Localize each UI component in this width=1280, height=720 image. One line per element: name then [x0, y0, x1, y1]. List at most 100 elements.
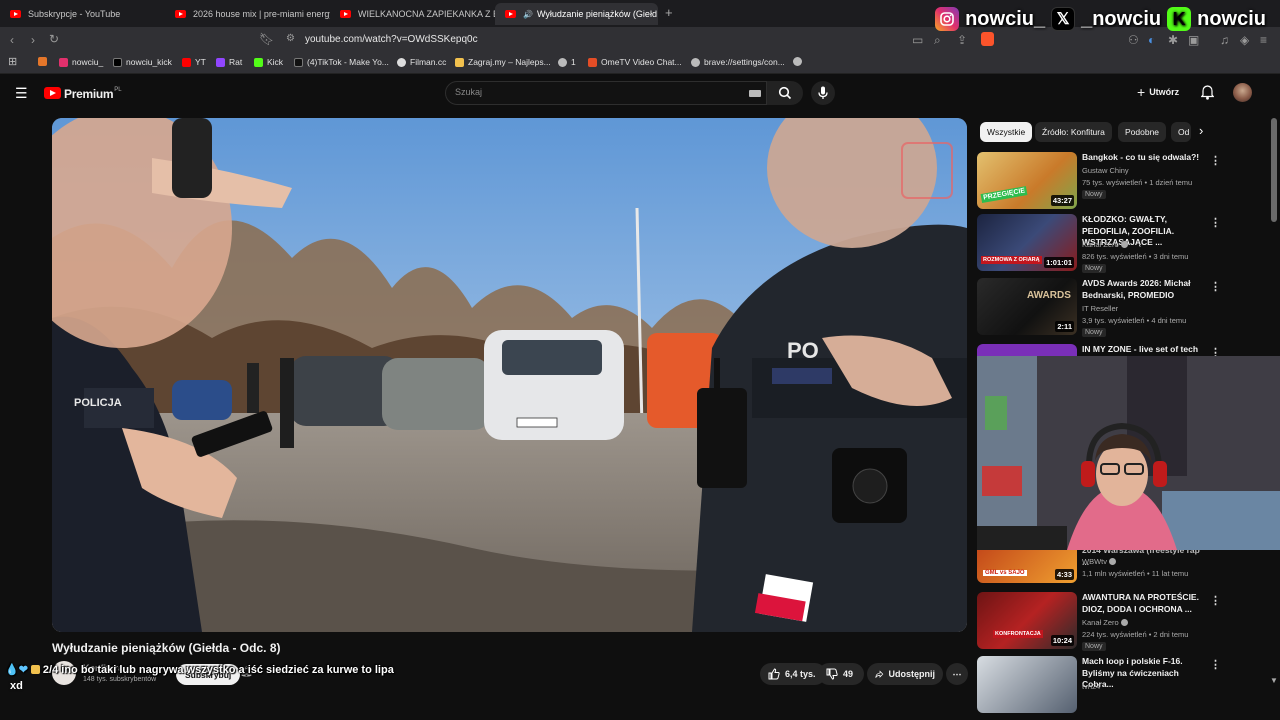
share-icon[interactable]: ⇪ [957, 33, 967, 47]
bookmark-favicon [113, 57, 122, 67]
video-title[interactable]: IN MY ZONE - live set of tech [1082, 344, 1207, 356]
video-thumbnail[interactable]: GML vs SAJO 4:33 [977, 550, 1077, 583]
translate-icon[interactable]: ◐ [1148, 33, 1155, 47]
logo-country: PL [114, 87, 122, 93]
like-button[interactable]: 6,4 tys. [760, 663, 826, 685]
bookmark-item[interactable]: nowciu_ [59, 57, 103, 67]
chip-from[interactable]: Od [1171, 122, 1191, 142]
brave-shield-icon[interactable] [981, 32, 994, 46]
forward-icon[interactable]: › [31, 33, 35, 47]
voice-search-button[interactable] [811, 81, 835, 105]
video-player[interactable]: POLICJA PO [52, 118, 967, 632]
keyboard-icon[interactable] [749, 90, 761, 97]
bookmark-item[interactable]: 1 [558, 57, 576, 67]
more-options-icon[interactable]: ⋮ [1210, 658, 1221, 671]
apps-grid-icon[interactable]: ⊞ [8, 55, 17, 68]
extension-icon[interactable]: ⚇ [1128, 33, 1139, 47]
video-thumbnail[interactable]: PRZEGIĘCIE 43:27 [977, 152, 1077, 209]
youtube-icon [175, 10, 186, 18]
browser-tab[interactable]: WIELKANOCNA ZAPIEKANKA Z BIAŁ [330, 3, 495, 25]
browser-tab-active[interactable]: 🔊 Wyłudzanie pieniążków (Giełd ✕ [495, 3, 658, 25]
bookmark-favicon [182, 57, 191, 67]
cast-icon[interactable]: ▭ [912, 33, 923, 47]
video-thumbnail[interactable] [977, 344, 1077, 356]
bookmark-folder[interactable] [38, 57, 47, 66]
chip-source[interactable]: Źródło: Konfitura [1035, 122, 1112, 142]
bookmark-item[interactable]: OmeTV Video Chat... [588, 57, 682, 67]
new-tab-icon[interactable]: + [665, 5, 673, 20]
bookmark-item[interactable] [793, 57, 802, 66]
reload-icon[interactable]: ↻ [49, 32, 59, 46]
browser-tab[interactable]: Subskrypcje - YouTube [0, 3, 165, 25]
close-tab-icon[interactable]: ✕ [657, 9, 658, 20]
recommendation-item[interactable]: Mach loop i polskie F-16. Byliśmy na ćwi… [977, 656, 1267, 716]
logo-text: Premium [64, 87, 114, 101]
recommendation-item[interactable]: KONFRONTACJA 10:24 AWANTURA NA PROTEŚCIE… [977, 592, 1267, 652]
channel-name[interactable]: Gustaw Chiny [1082, 166, 1129, 175]
recommendation-item[interactable]: AWARDS 2:11 AVDS Awards 2026: Michał Bed… [977, 278, 1267, 338]
channel-name[interactable]: IT Reseller [1082, 304, 1118, 313]
bookmark-item[interactable]: Zagraj.my – Najleps... [455, 57, 551, 67]
bookmark-favicon [455, 57, 464, 67]
chip-all[interactable]: Wszystkie [980, 122, 1033, 142]
vpn-icon[interactable]: ◈ [1240, 33, 1249, 47]
url-field[interactable]: youtube.com/watch?v=OWdSSKepq0c [305, 34, 478, 45]
more-actions-button[interactable]: ⋯ [946, 663, 968, 685]
channel-name[interactable]: Kanał Zero [1082, 618, 1128, 627]
more-options-icon[interactable]: ⋮ [1210, 280, 1221, 293]
bookmark-item[interactable]: YT [182, 57, 206, 67]
notifications-bell-icon[interactable] [1201, 85, 1214, 100]
account-avatar[interactable] [1233, 83, 1252, 102]
video-title[interactable]: Bangkok - co tu się odwala?! [1082, 152, 1207, 164]
share-button[interactable]: Udostępnij [867, 663, 943, 685]
search-icon [778, 86, 792, 100]
chevron-right-icon[interactable]: › [1199, 123, 1203, 138]
chip-similar[interactable]: Podobne [1118, 122, 1167, 142]
more-options-icon[interactable]: ⋮ [1210, 154, 1221, 167]
music-icon[interactable]: ♫ [1220, 33, 1229, 47]
search-button[interactable] [767, 81, 803, 105]
webcam-frame [977, 356, 1280, 550]
video-thumbnail[interactable]: AWARDS 2:11 [977, 278, 1077, 335]
create-button[interactable]: + Utwórz [1137, 84, 1179, 100]
video-meta: 826 tys. wyświetleń • 3 dni temu [1082, 252, 1189, 261]
create-label: Utwórz [1149, 87, 1180, 97]
dislike-button[interactable]: 49 [818, 663, 864, 685]
back-icon[interactable]: ‹ [10, 33, 14, 47]
bookmark-item[interactable]: Filman.cc [397, 57, 446, 67]
bookmark-item[interactable]: Kick [254, 57, 283, 67]
puzzle-icon[interactable]: ✱ [1168, 33, 1178, 47]
video-title[interactable]: AWANTURA NA PROTEŚCIE. DIOZ, DODA I OCHR… [1082, 592, 1207, 615]
scroll-down-icon[interactable]: ▼ [1270, 676, 1278, 685]
x-handle: _nowciu [1081, 7, 1162, 30]
bookmark-item[interactable]: Rat [216, 57, 242, 67]
bookmark-icon[interactable]: 🔖︎ [259, 32, 274, 46]
hamburger-menu-icon[interactable]: ☰ [15, 85, 28, 102]
video-thumbnail[interactable]: ROZMOWA Z OFIARĄ 1:01:01 [977, 214, 1077, 271]
bookmark-item[interactable]: (4)TikTok - Make Yo... [294, 57, 389, 67]
search-input[interactable]: Szukaj [445, 81, 767, 105]
bookmark-item[interactable]: nowciu_kick [113, 57, 172, 67]
menu-icon[interactable]: ≡ [1260, 33, 1267, 47]
recommendation-item[interactable]: PRZEGIĘCIE 43:27 Bangkok - co tu się odw… [977, 152, 1267, 212]
zoom-icon[interactable]: ⌕ [934, 33, 941, 48]
video-thumbnail[interactable] [977, 656, 1077, 713]
site-settings-icon[interactable]: ⚙ [286, 33, 295, 44]
channel-name[interactable]: tvn24 [1082, 682, 1100, 691]
recommendation-item[interactable]: ROZMOWA Z OFIARĄ 1:01:01 KŁODZKO: GWAŁTY… [977, 214, 1267, 274]
scrollbar-thumb[interactable] [1271, 118, 1277, 222]
video-thumbnail[interactable]: KONFRONTACJA 10:24 [977, 592, 1077, 649]
youtube-premium-logo[interactable]: Premium PL [44, 87, 122, 101]
channel-name[interactable]: WBWtv [1082, 557, 1117, 566]
sidebar-icon[interactable]: ▣ [1188, 33, 1199, 47]
video-duration: 1:01:01 [1044, 257, 1074, 268]
bookmark-item[interactable]: brave://settings/con... [691, 57, 785, 67]
more-options-icon[interactable]: ⋮ [1210, 594, 1221, 607]
more-options-icon[interactable]: ⋮ [1210, 216, 1221, 229]
video-title[interactable]: AVDS Awards 2026: Michał Bednarski, PROM… [1082, 278, 1207, 301]
bookmark-favicon [59, 57, 68, 67]
browser-tab[interactable]: 2026 house mix | pre-miami energy [165, 3, 330, 25]
video-title[interactable]: Mach loop i polskie F-16. Byliśmy na ćwi… [1082, 656, 1207, 691]
channel-name[interactable]: Kanał Zero [1082, 240, 1128, 249]
video-frame: POLICJA PO [52, 118, 967, 632]
